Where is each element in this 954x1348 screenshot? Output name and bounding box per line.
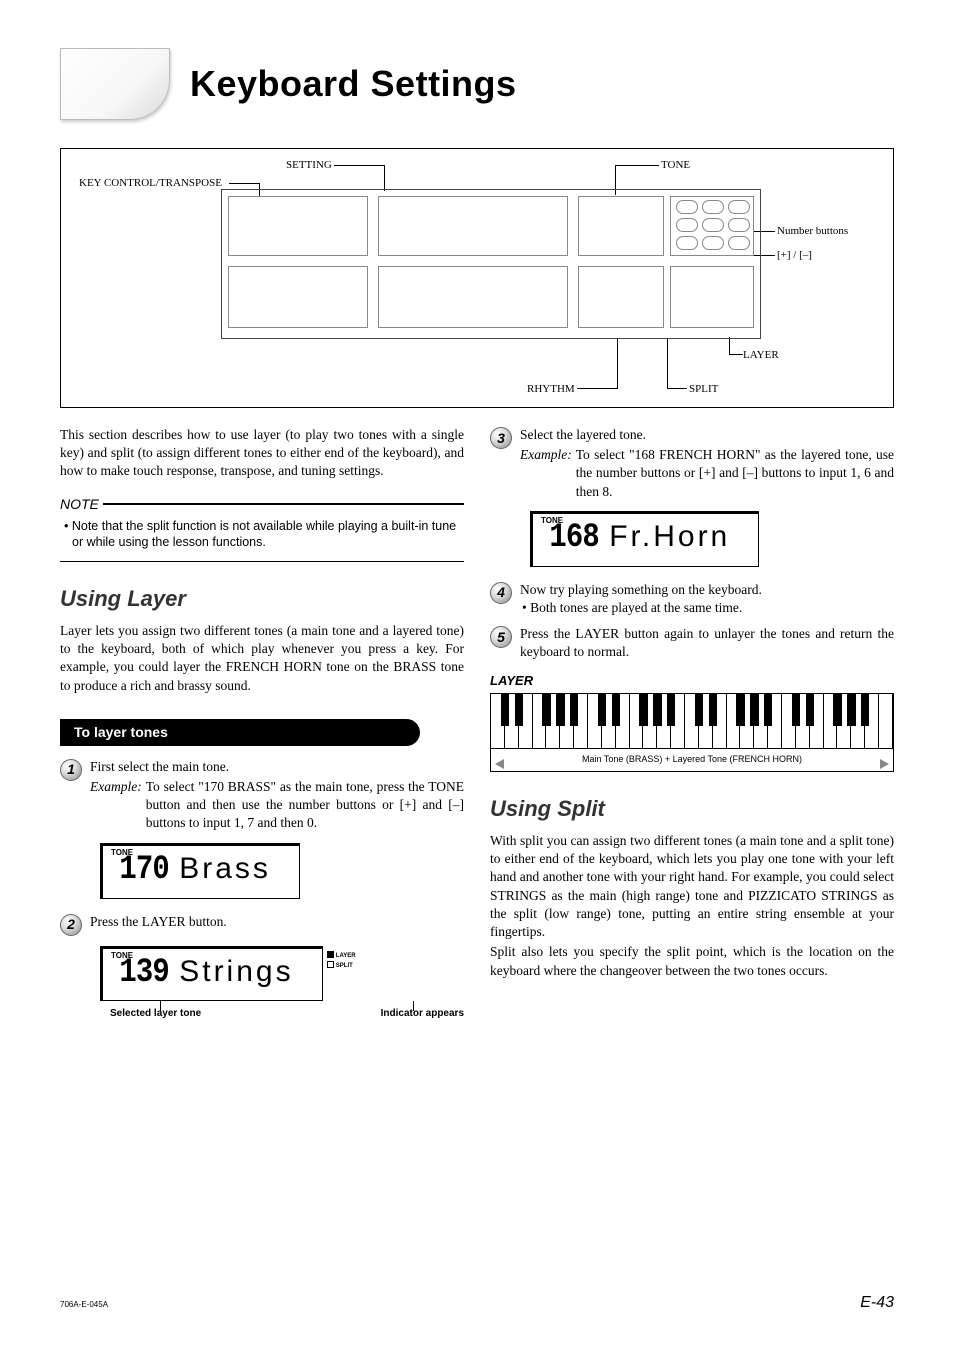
step-4: 4 Now try playing something on the keybo… — [490, 581, 894, 617]
step-1-example-label: Example: — [90, 778, 142, 833]
lcd-brass: TONE 170 Brass — [100, 843, 464, 899]
page-header: Keyboard Settings — [60, 48, 894, 120]
lcd-strings: TONE 139 Strings LAYER SPLIT Selected la… — [100, 946, 464, 1034]
step-3-badge: 3 — [490, 427, 512, 449]
layer-figure-caption: Main Tone (BRASS) + Layered Tone (FRENCH… — [582, 754, 802, 764]
using-split-heading: Using Split — [490, 794, 894, 824]
diagram-label-tone: TONE — [661, 159, 690, 171]
diagram-label-key-control: KEY CONTROL/TRANSPOSE — [79, 177, 222, 189]
lcd-strings-number: 139 — [119, 951, 168, 997]
left-column: This section describes how to use layer … — [60, 426, 464, 1047]
diagram-label-plus-minus: [+] / [–] — [777, 249, 812, 261]
step-3: 3 Select the layered tone. Example: To s… — [490, 426, 894, 501]
diagram-label-setting: SETTING — [286, 159, 332, 171]
step-3-example-label: Example: — [520, 446, 572, 501]
step-3-text: Select the layered tone. — [520, 426, 894, 444]
piano-diagram: Main Tone (BRASS) + Layered Tone (FRENCH… — [490, 693, 894, 772]
using-split-p1: With split you can assign two different … — [490, 832, 894, 941]
callout-selected-layer-tone: Selected layer tone — [110, 1007, 201, 1021]
note-body: • Note that the split function is not av… — [60, 514, 464, 556]
note-rule-bottom — [60, 561, 464, 562]
step-1-text: First select the main tone. — [90, 758, 464, 776]
step-2-badge: 2 — [60, 914, 82, 936]
note-rule — [103, 503, 464, 505]
step-1: 1 First select the main tone. Example: T… — [60, 758, 464, 833]
lcd-brass-number: 170 — [119, 848, 168, 894]
control-panel-diagram: SETTING TONE KEY CONTROL/TRANSPOSE Numbe… — [60, 148, 894, 408]
lcd-brass-name: Brass — [179, 849, 271, 890]
layer-figure: LAYER Main Tone (BRASS) + Layered Tone (… — [490, 672, 894, 773]
step-1-badge: 1 — [60, 759, 82, 781]
step-3-example-text: To select "168 FRENCH HORN" as the layer… — [576, 446, 894, 501]
step-5-badge: 5 — [490, 626, 512, 648]
diagram-label-number-buttons: Number buttons — [777, 225, 848, 237]
right-column: 3 Select the layered tone. Example: To s… — [490, 426, 894, 1047]
lcd-horn: TONE 168 Fr.Horn — [530, 511, 894, 567]
diagram-label-split: SPLIT — [689, 383, 718, 395]
step-5-text: Press the LAYER button again to unlayer … — [520, 625, 894, 661]
note-heading: NOTE — [60, 495, 99, 514]
page-number: E-43 — [860, 1294, 894, 1312]
intro-text: This section describes how to use layer … — [60, 426, 464, 481]
lcd-horn-name: Fr.Horn — [609, 517, 730, 558]
step-1-example-text: To select "170 BRASS" as the main tone, … — [146, 778, 464, 833]
page-title: Keyboard Settings — [190, 63, 517, 105]
step-2-text: Press the LAYER button. — [90, 913, 464, 931]
step-2: 2 Press the LAYER button. — [60, 913, 464, 936]
note-block: NOTE • Note that the split function is n… — [60, 495, 464, 563]
layer-figure-title: LAYER — [490, 672, 894, 690]
diagram-label-rhythm: RHYTHM — [527, 383, 575, 395]
step-5: 5 Press the LAYER button again to unlaye… — [490, 625, 894, 661]
to-layer-tones-pill: To layer tones — [60, 719, 420, 746]
callout-indicator-appears: Indicator appears — [381, 1007, 464, 1021]
doc-id: 706A-E-045A — [60, 1300, 108, 1309]
lcd-horn-number: 168 — [549, 516, 598, 562]
header-tab-decoration — [60, 48, 170, 120]
page-footer: 706A-E-045A E-43 — [60, 1294, 894, 1312]
step-4-text: Now try playing something on the keyboar… — [520, 581, 894, 599]
step-4-badge: 4 — [490, 582, 512, 604]
lcd-strings-name: Strings — [179, 952, 293, 993]
using-split-p2: Split also lets you specify the split po… — [490, 943, 894, 979]
using-layer-heading: Using Layer — [60, 584, 464, 614]
panel-mock — [221, 189, 761, 339]
step-4-bullet: • Both tones are played at the same time… — [520, 599, 894, 617]
lcd-layer-split-indicator: LAYER SPLIT — [327, 951, 356, 971]
diagram-label-layer: LAYER — [743, 349, 779, 361]
using-layer-intro: Layer lets you assign two different tone… — [60, 622, 464, 695]
